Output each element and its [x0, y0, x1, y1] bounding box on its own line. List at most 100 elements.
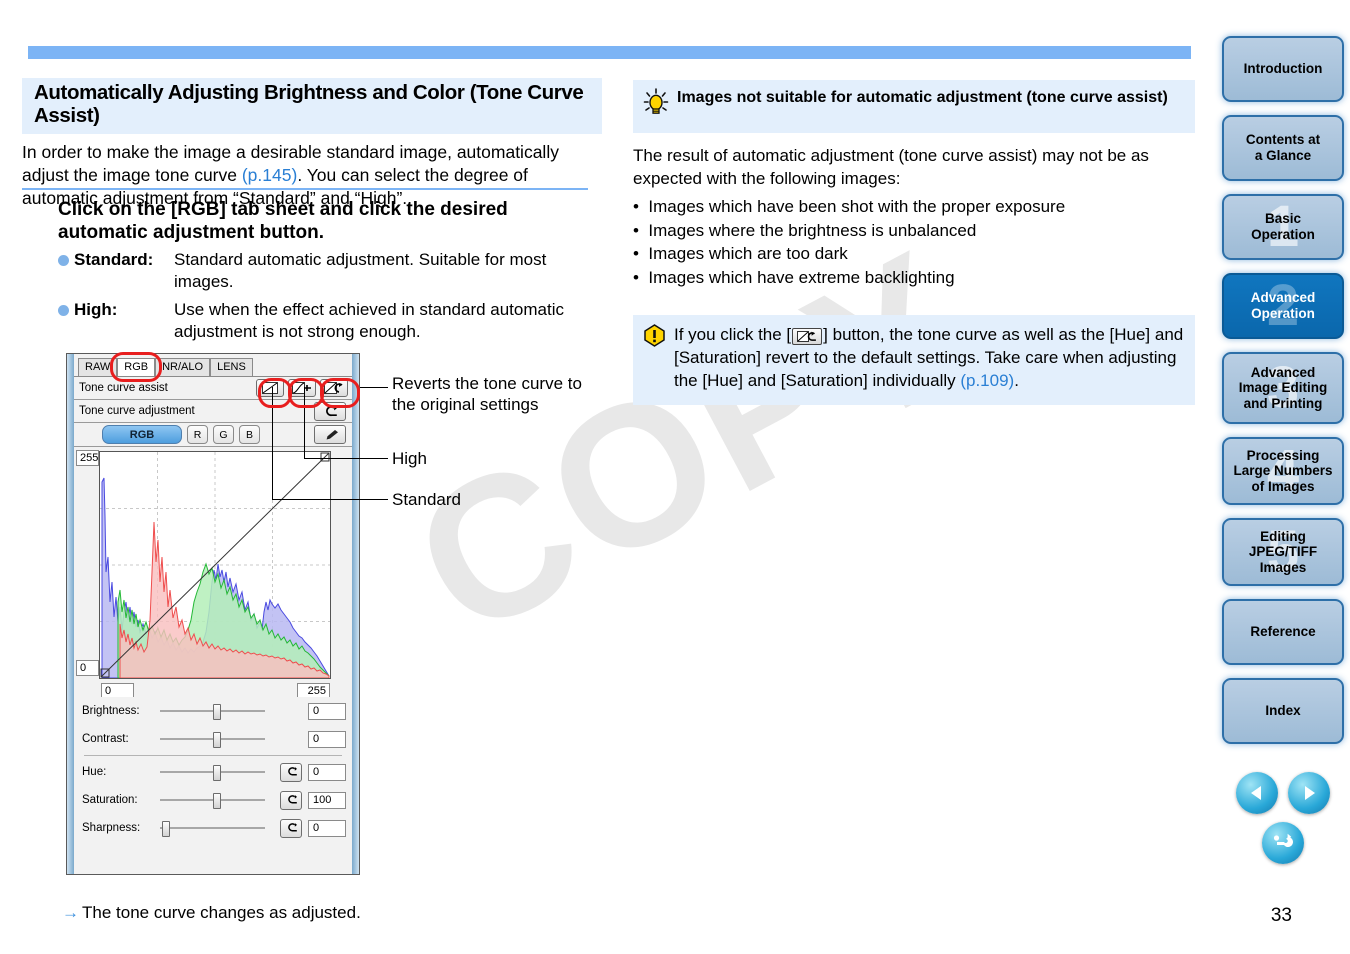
tab-rgb[interactable]: RGB	[117, 357, 156, 376]
sidebar-item-advanced-image-editing[interactable]: 3 Advanced Image Editing and Printing	[1222, 352, 1344, 424]
tip-box: Images not suitable for automatic adjust…	[633, 80, 1195, 133]
sidebar-item-label: Basic Operation	[1251, 211, 1315, 242]
sidebar-item-reference[interactable]: Reference	[1222, 599, 1344, 665]
list-item: Standard: Standard automatic adjustment.…	[58, 249, 598, 293]
tab-nr-alo[interactable]: NR/ALO	[155, 357, 211, 376]
bullet-label: High:	[74, 299, 118, 319]
tone-curve-adjustment-label: Tone curve adjustment	[79, 405, 195, 417]
channel-button-r[interactable]: R	[187, 425, 208, 444]
slider-row-saturation: Saturation: 100	[74, 786, 352, 814]
sidebar-item-index[interactable]: Index	[1222, 678, 1344, 744]
slider-row-sharpness: Sharpness: 0	[74, 814, 352, 842]
callout-vline-standard	[272, 387, 273, 500]
slider-track-sharpness[interactable]	[160, 821, 265, 837]
reset-tone-curve-button[interactable]	[314, 401, 346, 421]
reset-saturation-button[interactable]	[280, 790, 302, 810]
revert-tone-curve-button[interactable]	[320, 379, 348, 397]
slider-knob-brightness[interactable]	[212, 704, 221, 720]
list-item-text: Images where the brightness is unbalance…	[648, 220, 977, 240]
right-column: Images not suitable for automatic adjust…	[633, 80, 1195, 405]
sidebar-item-label: Advanced Image Editing and Printing	[1238, 364, 1328, 411]
slider-value-sharpness[interactable]: 0	[308, 819, 346, 837]
slider-label-sharpness: Sharpness:	[82, 822, 141, 834]
reset-sharpness-button[interactable]	[280, 818, 302, 838]
back-button[interactable]	[1262, 822, 1304, 864]
reset-hue-button[interactable]	[280, 762, 302, 782]
callout-vline-high	[304, 387, 305, 459]
slider-track-saturation[interactable]	[160, 793, 265, 809]
tab-lens[interactable]: LENS	[210, 357, 253, 376]
sidebar-item-label: Advanced Operation	[1250, 290, 1316, 321]
panel-inner: RAW RGB NR/ALO LENS Tone curve assist To…	[74, 354, 352, 874]
previous-page-button[interactable]	[1236, 772, 1278, 814]
slider-value-hue[interactable]: 0	[308, 763, 346, 781]
eyedropper-button[interactable]	[314, 425, 346, 444]
bullet-dot-icon	[58, 304, 69, 316]
slider-track-hue[interactable]	[160, 765, 265, 781]
channel-button-b[interactable]: B	[239, 425, 260, 444]
callout-leader-standard	[272, 499, 388, 500]
next-page-button[interactable]	[1288, 772, 1330, 814]
slider-knob-sharpness[interactable]	[162, 821, 171, 837]
histogram-area: 255 0 0 255	[74, 447, 352, 700]
page-reference-145[interactable]: (p.145)	[242, 165, 297, 185]
slider-knob-contrast[interactable]	[212, 732, 221, 748]
bullet-dot-icon	[58, 255, 69, 267]
result-note-text: The tone curve changes as adjusted.	[82, 903, 361, 922]
slider-value-contrast[interactable]: 0	[308, 730, 346, 748]
bullet-label: Standard:	[74, 250, 154, 270]
standard-assist-button[interactable]	[256, 379, 284, 397]
channel-button-g[interactable]: G	[213, 425, 234, 444]
step-instructions: Click on the [RGB] tab sheet and click t…	[58, 198, 598, 343]
caution-text-1: If you click the [	[674, 325, 792, 345]
sidebar-item-label: Editing JPEG/TIFF Images	[1248, 528, 1318, 575]
sidebar-item-advanced-operation[interactable]: 2 Advanced Operation	[1222, 273, 1344, 339]
section-divider	[22, 188, 588, 190]
axis-y-max: 255	[76, 450, 99, 466]
slider-track-contrast[interactable]	[160, 732, 265, 748]
application-screenshot: RAW RGB NR/ALO LENS Tone curve assist To…	[66, 353, 360, 875]
panel-left-edge	[67, 354, 74, 874]
header-rule	[28, 46, 1191, 59]
tone-curve-adjustment-row: Tone curve adjustment	[74, 400, 352, 423]
page-navigation-controls	[1236, 772, 1330, 864]
tab-raw[interactable]: RAW	[78, 357, 118, 376]
axis-y-min: 0	[76, 660, 99, 676]
arrow-right-icon: →	[62, 903, 79, 922]
bullet-text: Standard automatic adjustment. Suitable …	[174, 250, 547, 292]
list-item-text: Images which are too dark	[648, 244, 848, 264]
slider-row-contrast: Contrast: 0	[74, 725, 352, 753]
slider-track-brightness[interactable]	[160, 704, 265, 720]
slider-value-saturation[interactable]: 100	[308, 791, 346, 809]
sidebar-item-contents-at-a-glance[interactable]: Contents at a Glance	[1222, 115, 1344, 181]
list-item-text: Images which have extreme backlighting	[648, 267, 955, 287]
caution-text-3: .	[1014, 370, 1019, 390]
slider-label-contrast: Contrast:	[82, 733, 129, 745]
tip-item-list: • Images which have been shot with the p…	[633, 195, 1195, 289]
slider-knob-hue[interactable]	[212, 765, 221, 781]
slider-knob-saturation[interactable]	[212, 793, 221, 809]
sidebar-item-basic-operation[interactable]: 1 Basic Operation	[1222, 194, 1344, 260]
panel-right-edge	[352, 354, 359, 874]
page-title: Automatically Adjusting Brightness and C…	[22, 78, 602, 134]
channel-button-rgb[interactable]: RGB	[102, 425, 182, 444]
sidebar-item-processing-large-numbers[interactable]: 4 Processing Large Numbers of Images	[1222, 437, 1344, 505]
sidebar-item-introduction[interactable]: Introduction	[1222, 36, 1344, 102]
channel-selector-row: RGB R G B	[74, 423, 352, 447]
sidebar-item-label: Processing Large Numbers of Images	[1233, 447, 1333, 494]
histogram-chart[interactable]	[99, 451, 331, 679]
slider-value-brightness[interactable]: 0	[308, 702, 346, 720]
triangle-left-icon	[1251, 786, 1261, 800]
list-item: • Images where the brightness is unbalan…	[633, 220, 977, 240]
tone-curve-assist-label: Tone curve assist	[79, 382, 168, 394]
lightbulb-icon	[643, 88, 669, 123]
triangle-right-icon	[1305, 786, 1315, 800]
sidebar-item-label: Index	[1265, 703, 1301, 719]
page-reference-109[interactable]: (p.109)	[960, 371, 1014, 390]
high-assist-button[interactable]	[288, 379, 316, 397]
return-arrow-icon	[1273, 833, 1293, 847]
sidebar-item-editing-jpeg-tiff[interactable]: 5 Editing JPEG/TIFF Images	[1222, 518, 1344, 586]
step-heading: Click on the [RGB] tab sheet and click t…	[58, 199, 508, 244]
bullet-text: Use when the effect achieved in standard…	[174, 299, 564, 341]
slider-label-brightness: Brightness:	[82, 705, 140, 717]
